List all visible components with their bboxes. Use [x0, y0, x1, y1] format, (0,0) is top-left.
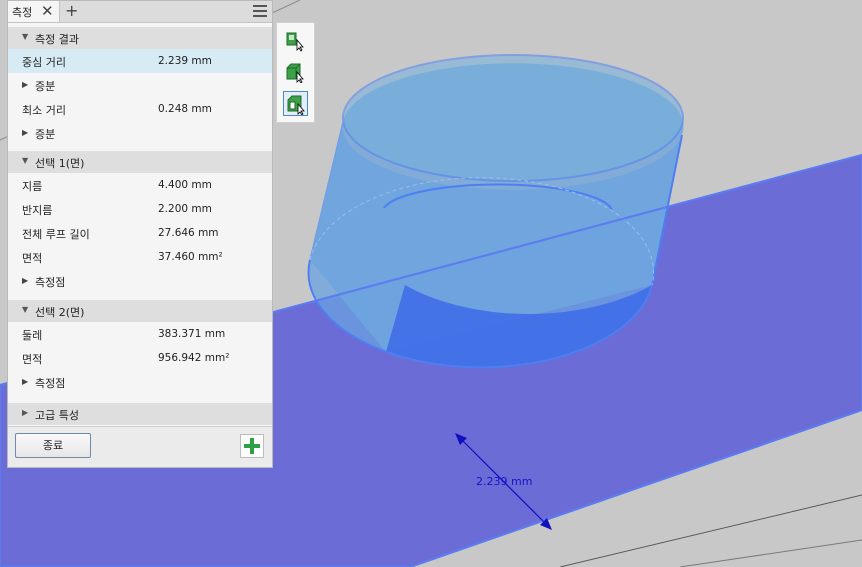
- row-sub-label: 측정점: [35, 276, 66, 289]
- section-advanced-properties[interactable]: ▶ 고급 특성: [8, 403, 272, 425]
- row-measure-points-1[interactable]: ▶ 측정점: [8, 269, 272, 293]
- section-label: 측정 결과: [35, 33, 79, 46]
- row-increment-2[interactable]: ▶ 증분: [8, 121, 272, 145]
- chevron-right-icon: ▶: [22, 80, 29, 89]
- row-increment-1[interactable]: ▶ 증분: [8, 73, 272, 97]
- row-value: 2.200 mm: [158, 203, 212, 215]
- close-button[interactable]: 종료: [15, 433, 91, 458]
- chevron-down-icon: ▼: [22, 305, 29, 314]
- row-diameter[interactable]: 지름 4.400 mm: [8, 173, 272, 197]
- tab-measure[interactable]: 측정 ✕: [8, 1, 60, 22]
- chevron-right-icon: ▶: [22, 128, 29, 137]
- row-label: 최소 거리: [22, 104, 66, 117]
- section-selection-1[interactable]: ▼ 선택 1(면): [8, 151, 272, 173]
- row-value: 0.248 mm: [158, 103, 212, 115]
- row-label: 중심 거리: [22, 56, 66, 69]
- row-label: 전체 루프 길이: [22, 228, 90, 241]
- select-part-icon[interactable]: [283, 91, 308, 116]
- tab-label: 측정: [12, 6, 33, 19]
- chevron-right-icon: ▶: [22, 408, 29, 417]
- section-label: 선택 1(면): [35, 157, 85, 170]
- add-icon[interactable]: [240, 434, 264, 458]
- row-value: 27.646 mm: [158, 227, 219, 239]
- row-label: 둘레: [22, 329, 43, 342]
- row-measure-points-2[interactable]: ▶ 측정점: [8, 370, 272, 394]
- chevron-down-icon: ▼: [22, 156, 29, 165]
- section-measure-results[interactable]: ▼ 측정 결과: [8, 27, 272, 49]
- row-sub-label: 증분: [35, 128, 56, 141]
- select-face-icon[interactable]: [283, 29, 308, 54]
- chevron-right-icon: ▶: [22, 377, 29, 386]
- tab-bar: 측정 ✕ +: [8, 1, 272, 23]
- chevron-right-icon: ▶: [22, 276, 29, 285]
- row-sub-label: 증분: [35, 80, 56, 93]
- add-tab-icon[interactable]: +: [65, 1, 78, 21]
- close-icon[interactable]: ✕: [41, 2, 54, 20]
- section-label: 선택 2(면): [35, 306, 85, 319]
- select-body-icon[interactable]: [283, 60, 308, 85]
- row-label: 지름: [22, 180, 43, 193]
- row-area-2[interactable]: 면적 956.942 mm²: [8, 346, 272, 370]
- row-value: 956.942 mm²: [158, 352, 230, 364]
- row-value: 383.371 mm: [158, 328, 226, 340]
- menu-icon[interactable]: [253, 5, 267, 17]
- row-radius[interactable]: 반지름 2.200 mm: [8, 197, 272, 221]
- row-perimeter[interactable]: 둘레 383.371 mm: [8, 322, 272, 346]
- selection-filter-toolbar: [276, 22, 315, 123]
- measure-panel: 측정 ✕ + ▼ 측정 결과 중심 거리 2.239 mm ▶ 증분 최소 거리…: [7, 0, 273, 468]
- row-area-1[interactable]: 면적 37.460 mm²: [8, 245, 272, 269]
- row-min-distance[interactable]: 최소 거리 0.248 mm: [8, 97, 272, 121]
- panel-footer: 종료: [8, 426, 272, 467]
- row-value: 37.460 mm²: [158, 251, 223, 263]
- section-selection-2[interactable]: ▼ 선택 2(면): [8, 300, 272, 322]
- row-label: 반지름: [22, 204, 53, 217]
- row-sub-label: 측정점: [35, 377, 66, 390]
- row-value: 4.400 mm: [158, 179, 212, 191]
- chevron-down-icon: ▼: [22, 32, 29, 41]
- row-loop-length[interactable]: 전체 루프 길이 27.646 mm: [8, 221, 272, 245]
- row-label: 면적: [22, 353, 43, 366]
- section-label: 고급 특성: [35, 409, 79, 422]
- row-value: 2.239 mm: [158, 55, 212, 67]
- row-label: 면적: [22, 252, 43, 265]
- row-center-distance[interactable]: 중심 거리 2.239 mm: [8, 49, 272, 73]
- dimension-label: 2.239 mm: [476, 475, 533, 488]
